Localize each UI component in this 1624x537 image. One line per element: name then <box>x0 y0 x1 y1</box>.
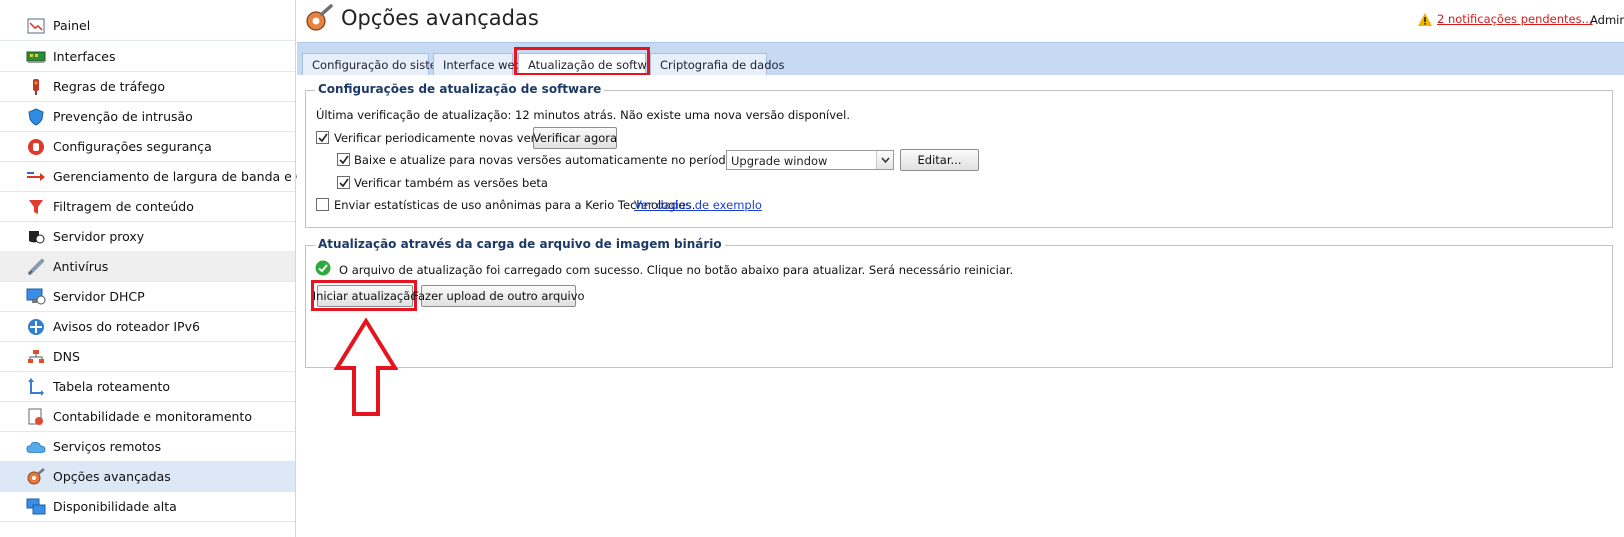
checkmark-icon <box>317 133 328 142</box>
periodic-check-checkbox[interactable] <box>316 131 329 144</box>
bandwidth-arrow-icon <box>26 167 46 187</box>
upload-status-message: O arquivo de atualização foi carregado c… <box>339 263 1014 277</box>
sidebar: Painel Interfaces Regras de tráfego Prev… <box>0 0 321 537</box>
sidebar-item-label: Gerenciamento de largura de banda e QoS <box>53 169 322 184</box>
highlight-box-tab <box>514 47 650 76</box>
sidebar-item-disponibilidade-alta[interactable]: Disponibilidade alta <box>0 491 295 522</box>
auto-download-checkbox[interactable] <box>337 153 350 166</box>
edit-button[interactable]: Editar... <box>900 149 979 171</box>
sidebar-item-avisos-roteador-ipv6[interactable]: Avisos do roteador IPv6 <box>0 311 295 342</box>
sidebar-item-label: Filtragem de conteúdo <box>53 199 194 214</box>
sidebar-item-filtragem-conteudo[interactable]: Filtragem de conteúdo <box>0 191 295 222</box>
report-icon <box>26 407 46 427</box>
beta-checkbox[interactable] <box>337 176 350 189</box>
sidebar-item-configuracoes-seguranca[interactable]: Configurações segurança <box>0 131 295 162</box>
checkmark-icon <box>338 155 349 164</box>
routing-table-icon <box>26 377 46 397</box>
sidebar-item-servidor-proxy[interactable]: Servidor proxy <box>0 221 295 252</box>
sidebar-item-label: DNS <box>53 349 80 364</box>
sidebar-item-servidor-dhcp[interactable]: Servidor DHCP <box>0 281 295 312</box>
sidebar-item-servicos-remotos[interactable]: Serviços remotos <box>0 431 295 462</box>
sidebar-item-regras-trafego[interactable]: Regras de tráfego <box>0 71 295 102</box>
shield-icon <box>26 107 46 127</box>
last-check-text: Última verificação de atualização: 12 mi… <box>316 108 850 122</box>
tab-interface-web[interactable]: Interface web <box>433 53 522 75</box>
periodic-check-label: Verificar periodicamente novas versões <box>334 131 562 145</box>
proxy-server-icon <box>26 227 46 247</box>
highlight-box-start-button <box>311 280 417 311</box>
sidebar-item-label: Avisos do roteador IPv6 <box>53 319 200 334</box>
update-settings-legend: Configurações de atualização de software <box>315 82 605 96</box>
sidebar-item-label: Antivírus <box>53 259 109 274</box>
sidebar-item-label: Opções avançadas <box>53 469 171 484</box>
red-arrow-annotation <box>333 317 399 418</box>
dashboard-icon <box>26 16 46 36</box>
checkmark-icon <box>338 178 349 187</box>
sidebar-item-tabela-roteamento[interactable]: Tabela roteamento <box>0 371 295 402</box>
upload-other-file-button[interactable]: Fazer upload de outro arquivo <box>412 285 585 307</box>
page-title: Opções avançadas <box>341 6 539 30</box>
beta-label: Verificar também as versões beta <box>354 176 548 190</box>
tab-criptografia-dados[interactable]: Criptografia de dados <box>650 53 785 75</box>
sidebar-item-interfaces[interactable]: Interfaces <box>0 41 295 72</box>
high-availability-icon <box>26 497 46 517</box>
gear-wrench-icon <box>26 467 46 487</box>
success-check-icon <box>315 260 331 276</box>
binary-upload-legend: Atualização através da carga de arquivo … <box>315 237 725 251</box>
time-window-value: Upgrade window <box>731 154 828 168</box>
network-card-icon <box>26 47 46 67</box>
chevron-down-icon <box>876 151 893 169</box>
sidebar-item-label: Interfaces <box>53 49 116 64</box>
user-menu[interactable]: Admin <box>1590 13 1624 27</box>
tab-label: Criptografia de dados <box>660 58 785 72</box>
tab-label: Interface web <box>443 58 522 72</box>
cloud-icon <box>26 437 46 457</box>
sidebar-item-contabilidade-monitoramento[interactable]: Contabilidade e monitoramento <box>0 401 295 432</box>
time-window-select[interactable]: Upgrade window <box>726 150 894 170</box>
warning-icon <box>1418 12 1432 26</box>
sidebar-item-label: Contabilidade e monitoramento <box>53 409 252 424</box>
notifications: 2 notificações pendentes... <box>1418 12 1593 26</box>
funnel-icon <box>26 197 46 217</box>
sidebar-item-opcoes-avancadas[interactable]: Opções avançadas <box>0 461 295 492</box>
sidebar-item-label: Painel <box>53 18 91 33</box>
sidebar-item-label: Serviços remotos <box>53 439 162 454</box>
check-now-button[interactable]: Verificar agora <box>533 127 617 149</box>
sidebar-item-label: Disponibilidade alta <box>53 499 177 514</box>
notifications-link[interactable]: 2 notificações pendentes... <box>1437 12 1593 26</box>
monitor-clock-icon <box>26 287 46 307</box>
dns-tree-icon <box>26 347 46 367</box>
sample-data-link[interactable]: Ver dados de exemplo <box>634 198 762 212</box>
router-icon <box>26 317 46 337</box>
sidebar-item-largura-banda[interactable]: Gerenciamento de largura de banda e QoS <box>0 161 321 192</box>
sidebar-item-dns[interactable]: DNS <box>0 341 295 372</box>
stop-hand-icon <box>26 137 46 157</box>
sidebar-item-prevencao-intrusao[interactable]: Prevenção de intrusão <box>0 101 295 132</box>
tab-configuracao-sistema[interactable]: Configuração do sistema <box>302 53 455 75</box>
sidebar-item-painel[interactable]: Painel <box>0 10 295 41</box>
sidebar-item-label: Servidor DHCP <box>53 289 145 304</box>
sidebar-item-label: Regras de tráfego <box>53 79 166 94</box>
sidebar-item-label: Servidor proxy <box>53 229 145 244</box>
stats-checkbox[interactable] <box>316 198 329 211</box>
sidebar-item-antivirus[interactable]: Antivírus <box>0 251 295 282</box>
sidebar-item-label: Prevenção de intrusão <box>53 109 193 124</box>
traffic-rules-icon <box>26 77 46 97</box>
syringe-icon <box>26 257 46 277</box>
sidebar-item-label: Tabela roteamento <box>53 379 171 394</box>
sidebar-item-label: Configurações segurança <box>53 139 212 154</box>
advanced-options-header-icon <box>304 4 334 34</box>
